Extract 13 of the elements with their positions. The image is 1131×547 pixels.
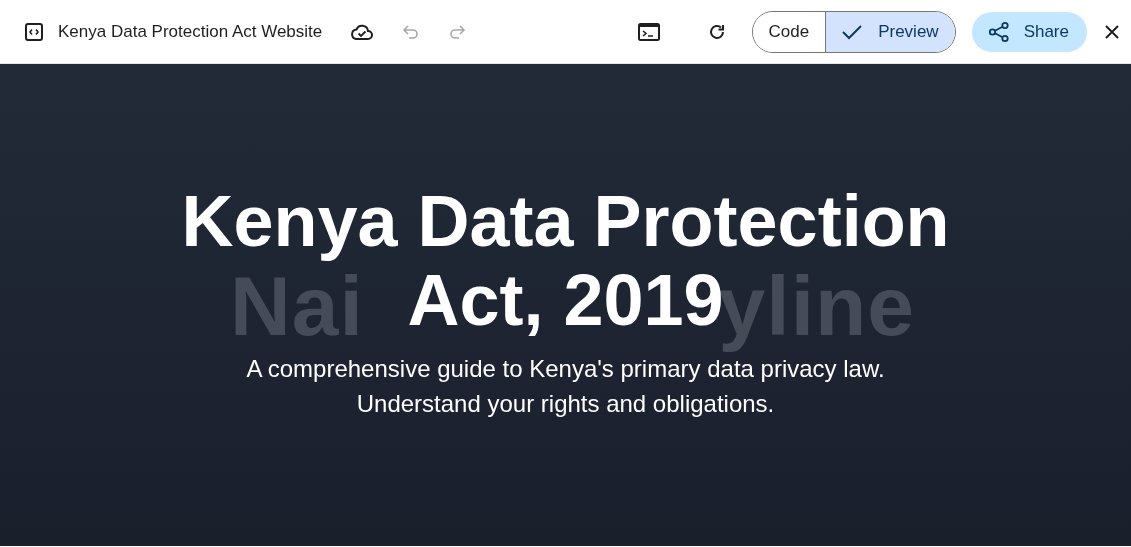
share-icon (987, 20, 1010, 43)
share-button[interactable]: Share (971, 11, 1087, 52)
code-icon (24, 21, 44, 42)
hero-subtitle: A comprehensive guide to Kenya's primary data privacy law. Understand your rights and obligations. (245, 354, 886, 420)
view-tab[interactable]: Preview (825, 11, 955, 52)
window-title: Kenya Data Protection Act Website (58, 21, 323, 42)
terminal-icon[interactable] (637, 22, 660, 41)
hero-title-line: Act, 2019 (407, 261, 724, 341)
check-icon (842, 23, 863, 40)
close-icon[interactable] (1105, 24, 1119, 39)
cloud-check-icon[interactable] (350, 22, 375, 41)
reload-icon[interactable] (707, 22, 726, 41)
hero-title-line: Kenya Data Protection (181, 182, 950, 262)
